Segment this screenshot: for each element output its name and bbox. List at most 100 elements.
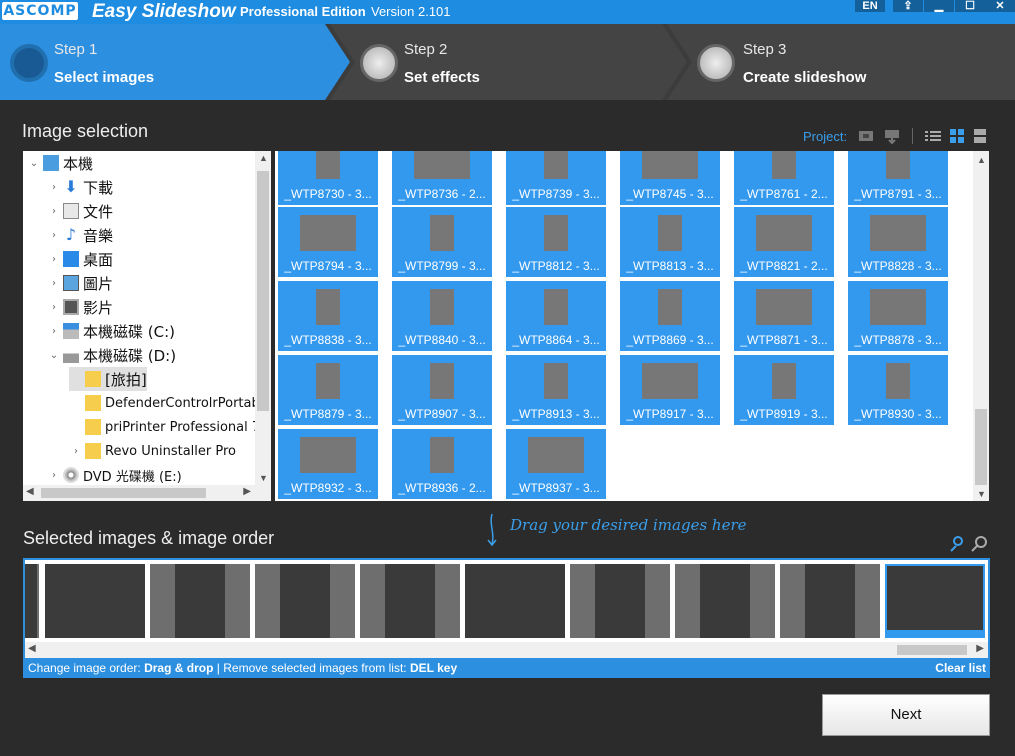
- expand-arrow-icon[interactable]: ›: [47, 470, 61, 481]
- tree-item-label: 音樂: [83, 226, 114, 245]
- strip-scroll-thumb[interactable]: [897, 645, 967, 655]
- tree-scroll-thumb[interactable]: [257, 171, 269, 411]
- large-view-icon[interactable]: [971, 128, 989, 144]
- image-thumbnail[interactable]: _WTP8799 - 3...: [392, 207, 492, 277]
- step-2[interactable]: Step 2 Set effects: [340, 24, 670, 100]
- image-thumbnail[interactable]: _WTP8821 - 2...: [734, 207, 834, 277]
- grid-scroll-thumb[interactable]: [975, 409, 987, 485]
- step-1[interactable]: Step 1 Select images: [0, 24, 330, 100]
- tree-item-downloads[interactable]: › ⬇ 下載: [47, 175, 113, 199]
- image-thumbnail[interactable]: _WTP8869 - 3...: [620, 281, 720, 351]
- tree-item-pictures[interactable]: › 圖片: [47, 271, 113, 295]
- expand-arrow-icon[interactable]: ›: [47, 206, 61, 217]
- scroll-right-icon[interactable]: ▶: [976, 643, 984, 654]
- image-thumbnail[interactable]: _WTP8828 - 3...: [848, 207, 948, 277]
- selected-image[interactable]: [675, 564, 775, 638]
- image-thumbnail[interactable]: _WTP8813 - 3...: [620, 207, 720, 277]
- image-thumbnail[interactable]: _WTP8838 - 3...: [278, 281, 378, 351]
- image-thumbnail[interactable]: _WTP8919 - 3...: [734, 355, 834, 425]
- scroll-down-icon[interactable]: ▼: [259, 473, 268, 483]
- selected-image[interactable]: [255, 564, 355, 638]
- expand-arrow-icon[interactable]: ›: [47, 230, 61, 241]
- update-icon[interactable]: ⇪: [893, 0, 923, 12]
- tree-item-music[interactable]: › ♪ 音樂: [47, 223, 113, 247]
- search-icon[interactable]: [970, 535, 988, 553]
- list-view-icon[interactable]: [924, 128, 942, 144]
- tree-item-folder-defender[interactable]: DefenderControlrPortable: [69, 391, 271, 415]
- tree-item-folder-travel[interactable]: [旅拍]: [69, 367, 147, 391]
- scroll-left-icon[interactable]: ◀: [26, 486, 34, 497]
- tree-item-folder-priprinter[interactable]: priPrinter Professional 7.0: [69, 415, 271, 439]
- scroll-up-icon[interactable]: ▲: [977, 155, 986, 165]
- expand-arrow-icon[interactable]: ›: [47, 182, 61, 193]
- image-thumbnail[interactable]: _WTP8794 - 3...: [278, 207, 378, 277]
- folder-tree[interactable]: ⌄ 本機 › ⬇ 下載 › 文件 › ♪ 音樂 › 桌面 › 圖片 › 影片 › 本機磁碟 (C:)…: [23, 151, 271, 501]
- image-thumbnail[interactable]: _WTP8879 - 3...: [278, 355, 378, 425]
- image-thumbnail[interactable]: _WTP8739 - 3...: [506, 151, 606, 205]
- image-grid[interactable]: _WTP8730 - 3... _WTP8736 - 2... _WTP8739 -…: [275, 151, 989, 501]
- image-thumbnail[interactable]: _WTP8745 - 3...: [620, 151, 720, 205]
- selected-image[interactable]: [25, 564, 39, 638]
- collapse-arrow-icon[interactable]: ⌄: [47, 350, 61, 361]
- tree-vertical-scrollbar[interactable]: ▲ ▼: [255, 151, 271, 485]
- next-button[interactable]: Next: [822, 694, 990, 736]
- grid-view-icon[interactable]: [948, 128, 966, 144]
- scroll-left-icon[interactable]: ◀: [28, 643, 36, 654]
- clear-list-link[interactable]: Clear list: [935, 658, 986, 678]
- close-icon[interactable]: ✕: [985, 0, 1015, 12]
- tree-item-videos[interactable]: › 影片: [47, 295, 113, 319]
- image-thumbnail[interactable]: _WTP8871 - 3...: [734, 281, 834, 351]
- image-thumbnail[interactable]: _WTP8791 - 3...: [848, 151, 948, 205]
- image-thumbnail[interactable]: _WTP8936 - 2...: [392, 429, 492, 499]
- expand-arrow-icon[interactable]: ›: [47, 278, 61, 289]
- scroll-right-icon[interactable]: ▶: [243, 486, 251, 497]
- image-thumbnail[interactable]: _WTP8812 - 3...: [506, 207, 606, 277]
- expand-arrow-icon[interactable]: ›: [69, 446, 83, 457]
- grid-vertical-scrollbar[interactable]: ▲ ▼: [973, 151, 989, 501]
- tree-horizontal-scrollbar[interactable]: ◀ ▶: [23, 485, 271, 501]
- image-thumbnail[interactable]: _WTP8913 - 3...: [506, 355, 606, 425]
- image-thumbnail[interactable]: _WTP8878 - 3...: [848, 281, 948, 351]
- expand-arrow-icon[interactable]: ›: [47, 326, 61, 337]
- image-thumbnail[interactable]: _WTP8840 - 3...: [392, 281, 492, 351]
- image-thumbnail[interactable]: _WTP8736 - 2...: [392, 151, 492, 205]
- selected-image[interactable]: [570, 564, 670, 638]
- language-button[interactable]: EN: [855, 0, 885, 12]
- tree-hscroll-thumb[interactable]: [41, 488, 206, 498]
- selected-image[interactable]: [360, 564, 460, 638]
- expand-arrow-icon[interactable]: ›: [47, 302, 61, 313]
- selected-image[interactable]: [465, 564, 565, 638]
- tree-item-computer[interactable]: ⌄ 本機: [27, 151, 93, 175]
- image-thumbnail[interactable]: _WTP8730 - 3...: [278, 151, 378, 205]
- collapse-arrow-icon[interactable]: ⌄: [27, 158, 41, 169]
- scroll-up-icon[interactable]: ▲: [259, 153, 268, 163]
- step-3[interactable]: Step 3 Create slideshow: [677, 24, 1015, 100]
- tree-item-drive-d[interactable]: ⌄ 本機磁碟 (D:): [47, 343, 176, 367]
- minimize-icon[interactable]: ▁: [924, 0, 954, 12]
- load-project-icon[interactable]: [883, 128, 901, 144]
- tree-item-documents[interactable]: › 文件: [47, 199, 113, 223]
- image-thumbnail[interactable]: _WTP8917 - 3...: [620, 355, 720, 425]
- scroll-down-icon[interactable]: ▼: [977, 489, 986, 499]
- tree-item-desktop[interactable]: › 桌面: [47, 247, 113, 271]
- strip-horizontal-scrollbar[interactable]: ◀ ▶: [25, 642, 988, 658]
- image-thumbnail[interactable]: _WTP8761 - 2...: [734, 151, 834, 205]
- selected-images-strip[interactable]: ◀ ▶ Change image order: Drag & drop | Re…: [23, 558, 990, 678]
- selected-image[interactable]: [150, 564, 250, 638]
- expand-arrow-icon[interactable]: ›: [47, 254, 61, 265]
- tree-item-dvd[interactable]: › DVD 光碟機 (E:): [47, 463, 182, 487]
- image-thumbnail[interactable]: _WTP8864 - 3...: [506, 281, 606, 351]
- tree-item-drive-c[interactable]: › 本機磁碟 (C:): [47, 319, 175, 343]
- selected-image[interactable]: [780, 564, 880, 638]
- tree-item-folder-revo[interactable]: › Revo Uninstaller Pro: [69, 439, 236, 463]
- image-thumbnail[interactable]: _WTP8937 - 3...: [506, 429, 606, 499]
- image-thumbnail[interactable]: _WTP8907 - 3...: [392, 355, 492, 425]
- selected-image-active[interactable]: [885, 564, 985, 638]
- image-thumbnail[interactable]: _WTP8932 - 3...: [278, 429, 378, 499]
- maximize-icon[interactable]: ☐: [955, 0, 985, 12]
- user-icon[interactable]: [948, 535, 966, 553]
- remove-images-label: Remove selected images from list:: [223, 661, 407, 675]
- selected-image[interactable]: [45, 564, 145, 638]
- save-project-icon[interactable]: [857, 128, 875, 144]
- image-thumbnail[interactable]: _WTP8930 - 3...: [848, 355, 948, 425]
